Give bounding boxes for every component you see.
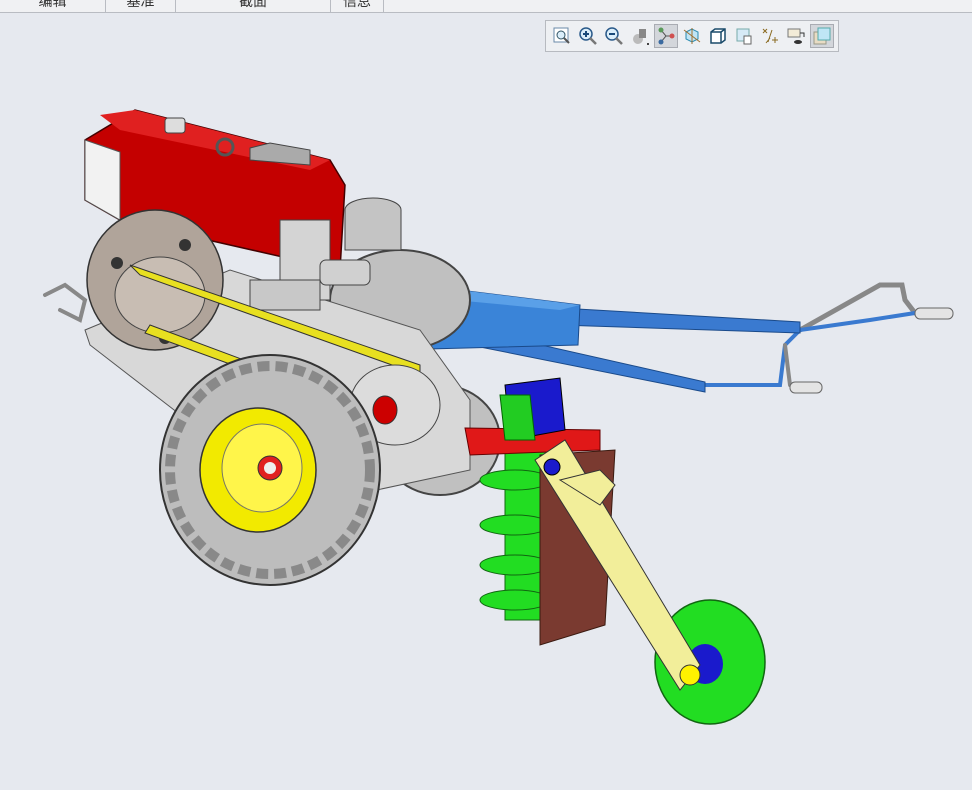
grip-left (789, 381, 823, 394)
grip-right (914, 307, 954, 320)
tab-info[interactable]: 信息 (331, 0, 384, 12)
tab-section[interactable]: 截面 (176, 0, 331, 12)
fuel-cap (164, 117, 186, 134)
ribbon-tabs: 编辑 基准 截面 信息 (0, 0, 972, 13)
handle-beam-upper (559, 307, 801, 334)
air-filter (344, 197, 402, 251)
tab-datum[interactable]: 基准 (106, 0, 176, 12)
tab-edit[interactable]: 编辑 (0, 0, 106, 12)
tiller-model (43, 109, 954, 725)
front-wheel (159, 354, 381, 586)
engine-radiator (84, 139, 121, 221)
model-viewport[interactable] (0, 13, 972, 790)
